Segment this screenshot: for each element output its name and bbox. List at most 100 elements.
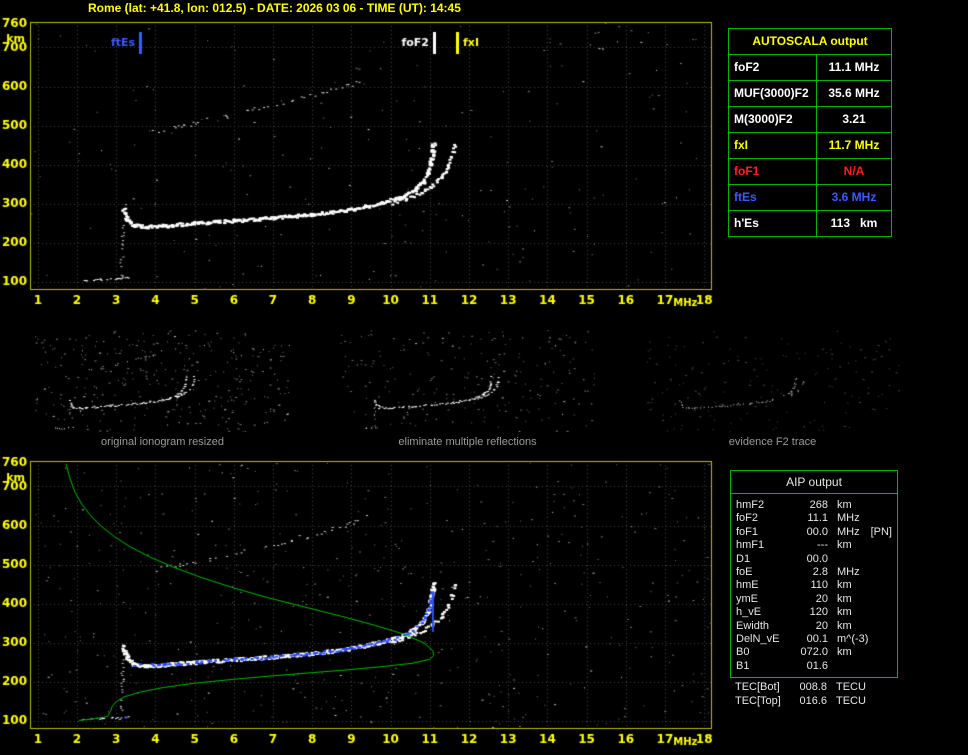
aip-param-unit: MHz: [837, 525, 860, 538]
aip-param-value: 268: [809, 499, 828, 511]
aip-param-value: 00.1: [806, 633, 828, 646]
aip-param-value: 110: [810, 579, 828, 592]
aip-param-value: 00.0: [806, 552, 828, 565]
aip-row-tec-top: TEC[Top] 016.6 TECU: [730, 695, 898, 708]
aip-row-hmf1: hmF1 --- km: [731, 539, 897, 552]
aip-param-value: 072.0: [800, 646, 828, 659]
thumbnail-filtered-canvas: [340, 330, 595, 432]
aip-param-label: B0: [736, 646, 750, 659]
thumbnail-filtered-caption: eliminate multiple reflections: [398, 436, 537, 448]
aip-param-unit: km: [837, 499, 852, 511]
aip-row-yme: ymE 20 km: [731, 593, 897, 606]
aip-param-value: 008.8: [799, 681, 827, 694]
thumbnail-f2-trace-caption: evidence F2 trace: [728, 436, 817, 448]
aip-param-label: ymE: [736, 592, 758, 605]
autoscala-param-value: N/A: [843, 164, 865, 178]
aip-param-note: [PN]: [870, 525, 892, 538]
aip-param-label: B1: [736, 659, 750, 672]
autoscala-param-label: MUF(3000)F2: [729, 81, 817, 106]
aip-param-unit: TECU: [836, 694, 866, 707]
thumbnail-filtered: [340, 330, 595, 432]
autoscala-row-m-3000-f2: M(3000)F2 3.21: [729, 107, 891, 133]
aip-param-unit: MHz: [837, 566, 860, 579]
aip-row-foe: foE 2.8 MHz: [731, 566, 897, 579]
aip-param-label: D1: [736, 552, 751, 565]
aip-param-unit: [828, 660, 837, 673]
aip-param-label: hmE: [736, 579, 759, 592]
autoscala-row-fof2: foF2 11.1 MHz: [729, 55, 891, 81]
aip-param-label: foF1: [736, 525, 759, 538]
aip-param-value: 20: [815, 619, 828, 632]
aip-param-value: 016.6: [799, 694, 827, 707]
aip-param-unit: km: [837, 646, 852, 659]
aip-param-label: foF2: [736, 512, 759, 525]
aip-row-hme: hmE 110 km: [731, 579, 897, 592]
aip-param-unit: TECU: [836, 681, 866, 694]
aip-param-label: hmF2: [736, 499, 765, 511]
autoscala-param-label: h'Es: [729, 211, 817, 236]
autoscala-row-fof1: foF1 N/A: [729, 159, 891, 185]
autoscala-table-rows: foF2 11.1 MHz MUF(3000)F2 35.6 MHz M(3000)F2…: [729, 55, 891, 236]
aip-row-deln-ve: DelN_vE 00.1 m^(-3): [731, 633, 897, 646]
aip-table-header: AIP output: [731, 471, 897, 494]
aip-table-rows: hmF2 268 km foF2 11.1 MHz foF1 00.0 MHz [PN] hmF1 -…: [731, 499, 897, 673]
aip-param-value: 20: [815, 592, 828, 605]
aip-output-box: AIP output hmF2 268 km foF2 11.1 MHz foF1 00.0 M…: [730, 470, 898, 679]
autoscala-param-value: 113 km: [830, 216, 878, 230]
aip-param-label: h_vE: [736, 606, 762, 619]
aip-row-fof1: foF1 00.0 MHz [PN]: [731, 526, 897, 539]
autoscala-param-label: fxI: [729, 133, 817, 158]
autoscala-param-value: 3.6 MHz: [831, 190, 877, 204]
autoscala-param-label: foF1: [729, 159, 817, 184]
autoscala-param-value: 11.1 MHz: [828, 60, 880, 74]
autoscala-param-label: ftEs: [729, 185, 817, 210]
aip-row-fof2: foF2 11.1 MHz: [731, 512, 897, 525]
thumbnail-original-canvas: [35, 330, 290, 432]
aip-param-unit: MHz: [837, 512, 860, 525]
aip-row-b0: B0 072.0 km: [731, 646, 897, 659]
aip-param-label: Ewidth: [736, 619, 770, 632]
thumbnail-f2-trace-canvas: [645, 330, 900, 432]
autoscala-table-header: AUTOSCALA output: [729, 29, 891, 55]
aip-param-unit: km: [837, 592, 852, 605]
station-header: Rome (lat: +41.8, lon: 012.5) - DATE: 20…: [88, 1, 461, 15]
aip-param-label: TEC[Bot]: [735, 681, 780, 694]
main-ionogram-plot: [0, 16, 725, 316]
autoscala-row-ftes: ftEs 3.6 MHz: [729, 185, 891, 211]
autoscala-param-value: 11.7 MHz: [828, 138, 880, 152]
autoscala-row-fxi: fxI 11.7 MHz: [729, 133, 891, 159]
aip-param-value: 01.6: [806, 659, 828, 672]
aip-row-h-ve: h_vE 120 km: [731, 606, 897, 619]
autoscala-param-label: foF2: [729, 55, 817, 80]
aip-param-value: 00.0: [806, 525, 828, 538]
aip-param-unit: km: [837, 539, 852, 552]
aip-row-hmf2: hmF2 268 km: [731, 499, 897, 512]
autoscala-param-value: 3.21: [842, 112, 866, 126]
thumbnail-original: [35, 330, 290, 432]
aip-param-label: hmF1: [736, 539, 765, 552]
autoscala-row-muf-3000-f2: MUF(3000)F2 35.6 MHz: [729, 81, 891, 107]
aip-row-d1: D1 00.0: [731, 553, 897, 566]
aip-param-label: DelN_vE: [736, 633, 780, 646]
aip-param-value: 11.1: [807, 512, 828, 525]
autoscala-param-value: 35.6 MHz: [828, 86, 880, 100]
aip-row-b1: B1 01.6: [731, 660, 897, 673]
aip-row-ewidth: Ewidth 20 km: [731, 620, 897, 633]
autoscala-row-h-es: h'Es 113 km: [729, 211, 891, 236]
aip-param-unit: km: [837, 606, 852, 619]
thumbnail-original-caption: original ionogram resized: [101, 436, 224, 448]
aip-param-unit: km: [837, 619, 852, 632]
aip-param-label: foE: [736, 566, 753, 579]
aip-param-value: 120: [809, 606, 828, 619]
aip-param-unit: m^(-3): [837, 633, 869, 646]
autoscala-param-label: M(3000)F2: [729, 107, 817, 132]
thumbnail-f2-trace: [645, 330, 900, 432]
aip-param-unit: [828, 553, 837, 566]
aip-param-value: 2.8: [812, 566, 828, 579]
profile-ionogram-plot: [0, 455, 725, 755]
aip-output-panel: AIP output hmF2 268 km foF2 11.1 MHz foF1 00.0 M…: [730, 470, 898, 708]
aip-row-tec-bot: TEC[Bot] 008.8 TECU: [730, 681, 898, 694]
aip-param-unit: km: [837, 579, 852, 592]
aip-param-label: TEC[Top]: [735, 694, 781, 707]
autoscala-output-table: AUTOSCALA output foF2 11.1 MHz MUF(3000)F2…: [728, 28, 892, 237]
